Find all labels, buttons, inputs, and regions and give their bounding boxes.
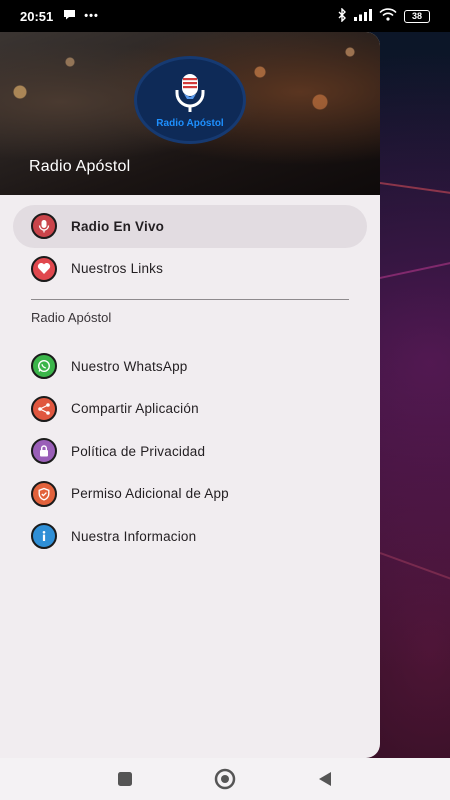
menu-item-whatsapp[interactable]: Nuestro WhatsApp (13, 345, 367, 388)
menu-label: Permiso Adicional de App (71, 486, 229, 502)
share-icon (31, 395, 57, 422)
wifi-icon (379, 8, 397, 24)
menu-divider (31, 299, 349, 300)
recents-square-icon (118, 772, 132, 786)
shield-icon (31, 480, 57, 507)
menu-label: Política de Privacidad (71, 443, 206, 459)
signal-icon (354, 8, 372, 24)
menu-label: Nuestro WhatsApp (71, 358, 188, 374)
drawer-header: Radio Apóstol Radio Apóstol (0, 32, 380, 195)
status-bar: 20:51 ••• 38 (0, 0, 450, 32)
menu-label: Compartir Aplicación (71, 401, 199, 417)
logo-text: Radio Apóstol (156, 117, 224, 129)
whatsapp-icon (31, 353, 57, 380)
navigation-drawer: Radio Apóstol Radio Apóstol Radio En Viv… (0, 32, 380, 758)
menu-item-privacidad[interactable]: Política de Privacidad (13, 430, 367, 473)
more-notifications-icon: ••• (84, 10, 99, 22)
menu-item-permiso[interactable]: Permiso Adicional de App (13, 473, 367, 516)
menu-item-compartir[interactable]: Compartir Aplicación (13, 388, 367, 431)
menu-label: Nuestra Informacion (71, 528, 197, 544)
recents-button[interactable] (75, 771, 175, 787)
info-icon (31, 523, 57, 550)
privacy-lock-icon (31, 438, 57, 465)
status-time: 20:51 (20, 8, 54, 24)
menu-label: Nuestros Links (71, 261, 164, 277)
system-navigation-bar (0, 758, 450, 800)
menu-item-radio-en-vivo[interactable]: Radio En Vivo (13, 205, 367, 248)
back-button[interactable] (275, 771, 375, 787)
home-circle-icon (214, 768, 236, 790)
chat-notification-icon (63, 9, 76, 23)
microphone-logo-icon (175, 73, 205, 112)
section-title: Radio Apóstol (31, 310, 112, 325)
drawer-title: Radio Apóstol (29, 158, 131, 175)
battery-indicator: 38 (404, 9, 430, 23)
home-button[interactable] (175, 768, 275, 790)
radio-mic-icon (31, 213, 57, 240)
menu-item-informacion[interactable]: Nuestra Informacion (13, 515, 367, 558)
back-triangle-icon (319, 772, 331, 786)
drawer-menu: Radio En Vivo Nuestros Links Radio Apóst… (0, 195, 380, 558)
app-logo: Radio Apóstol (134, 56, 246, 144)
menu-label: Radio En Vivo (71, 218, 165, 234)
menu-item-nuestros-links[interactable]: Nuestros Links (13, 248, 367, 291)
heart-icon (31, 255, 57, 282)
bluetooth-icon (337, 6, 347, 25)
